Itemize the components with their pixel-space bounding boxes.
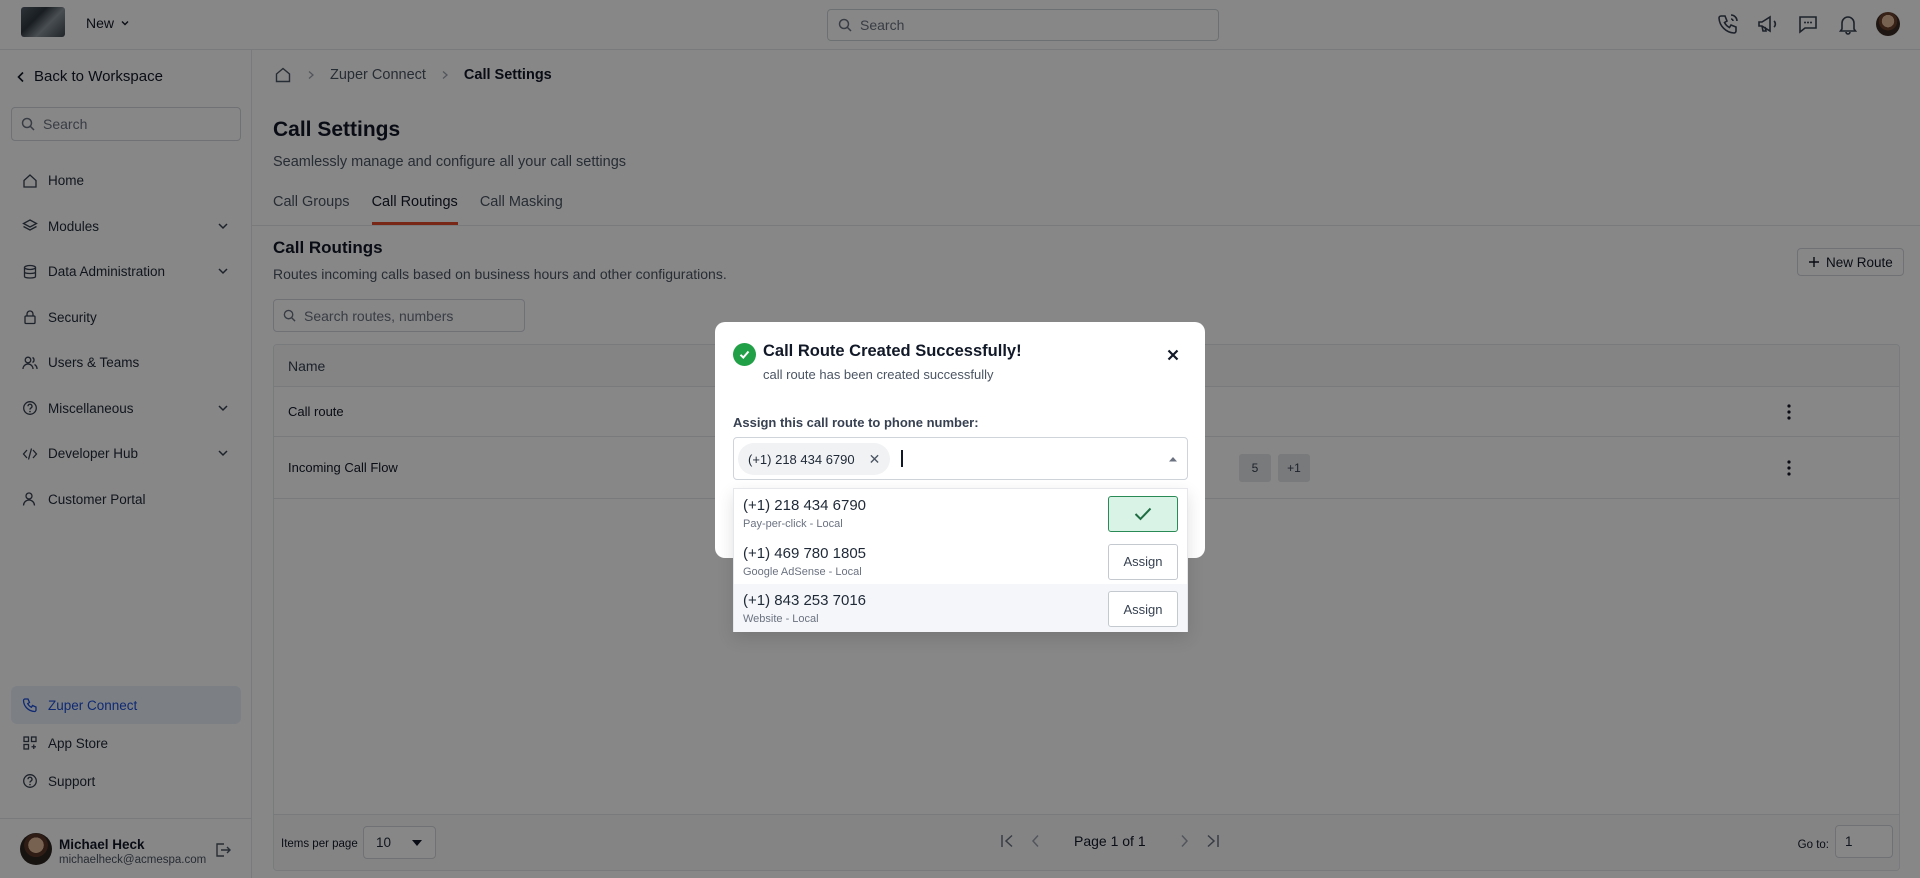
phone-number-source: Pay-per-click - Local xyxy=(743,518,843,530)
selected-number-text: (+1) 218 434 6790 xyxy=(748,451,855,467)
assign-button[interactable]: Assign xyxy=(1108,543,1178,580)
assign-button[interactable]: Assign xyxy=(1108,591,1178,627)
modal-title: Call Route Created Successfully! xyxy=(763,342,1022,360)
phone-number: (+1) 469 780 1805 xyxy=(743,544,867,562)
text-cursor xyxy=(901,450,903,467)
phone-number-source: Website - Local xyxy=(743,613,819,625)
success-check-icon xyxy=(733,343,756,366)
phone-number-multiselect[interactable]: (+1) 218 434 6790 ✕ xyxy=(733,437,1188,480)
list-item[interactable]: (+1) 218 434 6790 Pay-per-click - Local xyxy=(734,489,1187,537)
caret-up-icon[interactable] xyxy=(1168,456,1178,462)
list-item[interactable]: (+1) 469 780 1805 Google AdSense - Local… xyxy=(734,537,1187,585)
phone-number-source: Google AdSense - Local xyxy=(743,565,862,578)
modal-subtitle: call route has been created successfully xyxy=(763,367,994,382)
phone-number: (+1) 218 434 6790 xyxy=(743,497,867,514)
selected-number-tag: (+1) 218 434 6790 ✕ xyxy=(738,443,891,475)
check-icon xyxy=(1134,507,1152,521)
assigned-check-button[interactable] xyxy=(1108,496,1178,532)
remove-tag-icon[interactable]: ✕ xyxy=(869,451,881,468)
list-item[interactable]: (+1) 843 253 7016 Website - Local Assign xyxy=(734,584,1187,632)
phone-number-dropdown: (+1) 218 434 6790 Pay-per-click - Local … xyxy=(733,488,1188,632)
assign-number-label: Assign this call route to phone number: xyxy=(733,415,979,430)
close-icon[interactable] xyxy=(1167,349,1179,361)
phone-number: (+1) 843 253 7016 xyxy=(743,592,867,609)
